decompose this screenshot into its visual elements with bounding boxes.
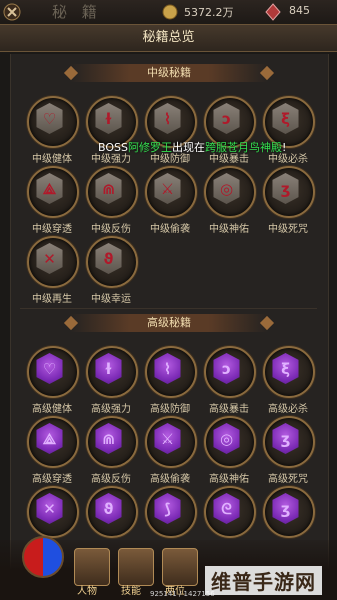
skill-label: 中级神佑 [209, 224, 249, 235]
top-bar: 秘 籍 5372.2万 845 [0, 0, 337, 25]
gem-icon [263, 2, 283, 22]
skill-button[interactable] [118, 548, 154, 586]
skill-adv-bless[interactable]: ◎ 高级神佑 [201, 416, 257, 488]
skill-adv-kill[interactable]: ξ 高级必杀 [260, 346, 316, 418]
skill-mid-pierce[interactable]: ⟁ 中级穿透 [24, 166, 80, 238]
skill-mid-strength[interactable]: ɫ 中级强力 [83, 96, 139, 168]
skill-label: 高级暴击 [209, 404, 249, 415]
skill-adv-strength[interactable]: ɫ 高级强力 [83, 346, 139, 418]
skill-mid-curse[interactable]: ʒ 中级死咒 [260, 166, 316, 238]
skill-label: 中级再生 [32, 294, 72, 305]
skill-label: 中级穿透 [32, 224, 72, 235]
skill-mid-reflect[interactable]: ⋒ 中级反伤 [83, 166, 139, 238]
skill-adv-body[interactable]: ♡ 高级健体 [24, 346, 80, 418]
skill-label: 中级幸运 [91, 294, 131, 305]
skill-label: 高级穿透 [32, 474, 72, 485]
page-title: 秘籍总览 [0, 24, 337, 52]
skill-label: 高级死咒 [268, 474, 308, 485]
skill-mid-crit[interactable]: ↄ 中级暴击 [201, 96, 257, 168]
skill-adv-crit[interactable]: ↄ 高级暴击 [201, 346, 257, 418]
character-label: 人物 [77, 586, 97, 597]
skill-adv-defense[interactable]: ⌇ 高级防御 [142, 346, 198, 418]
skill-mid-luck[interactable]: ϑ 中级幸运 [83, 236, 139, 308]
hp-mp-orb [22, 536, 64, 578]
gem-amount: 845 [289, 4, 310, 17]
skill-mid-defense[interactable]: ⌇ 中级防御 [142, 96, 198, 168]
skill-mid-bless[interactable]: ◎ 中级神佑 [201, 166, 257, 238]
skill-label: 中级健体 [32, 154, 72, 165]
notice-boss-name: 阿修罗王 [127, 141, 172, 154]
skill-label: 中级反伤 [91, 224, 131, 235]
skill-mid-kill[interactable]: ξ 中级必杀 [260, 96, 316, 168]
skill-label: 高级防御 [150, 404, 190, 415]
skill-label: 高级必杀 [268, 404, 308, 415]
skill-label: 技能 [121, 586, 141, 597]
skill-adv-reflect[interactable]: ⋒ 高级反伤 [83, 416, 139, 488]
gold-amount: 5372.2万 [184, 6, 234, 19]
skill-adv-pierce[interactable]: ⟁ 高级穿透 [24, 416, 80, 488]
notice-location: 跨服苍月鸟神殿 [204, 141, 282, 154]
close-icon[interactable] [2, 2, 22, 22]
page-heading: 秘 籍 [52, 3, 102, 21]
skill-label: 高级健体 [32, 404, 72, 415]
boss-notice: BOSS阿修罗王出现在跨服苍月鸟神殿! [98, 140, 328, 156]
third-button[interactable] [162, 548, 198, 586]
watermark: 维普手游网 [205, 566, 322, 595]
gold-icon [160, 2, 180, 22]
character-button[interactable] [74, 548, 110, 586]
section-divider [20, 308, 317, 309]
skill-label: 中级偷袭 [150, 224, 190, 235]
notice-text: 出现在 [171, 141, 205, 154]
skill-mid-body[interactable]: ♡ 中级健体 [24, 96, 80, 168]
skill-adv-ambush[interactable]: ⚔ 高级偷袭 [142, 416, 198, 488]
section-title: 中级秘籍 [147, 66, 191, 79]
section-header-mid: 中级秘籍 [63, 64, 275, 82]
skill-mid-regen[interactable]: ✕ 中级再生 [24, 236, 80, 308]
skill-label: 高级反伤 [91, 474, 131, 485]
notice-text: BOSS [98, 141, 128, 154]
section-title: 高级秘籍 [147, 316, 191, 329]
skill-adv-curse[interactable]: ʒ 高级死咒 [260, 416, 316, 488]
skill-mid-ambush[interactable]: ⚔ 中级偷袭 [142, 166, 198, 238]
skill-label: 高级偷袭 [150, 474, 190, 485]
skill-label: 高级神佑 [209, 474, 249, 485]
skill-label: 中级死咒 [268, 224, 308, 235]
skill-label: 高级强力 [91, 404, 131, 415]
section-header-adv: 高级秘籍 [63, 314, 275, 332]
notice-text: ! [281, 141, 287, 154]
